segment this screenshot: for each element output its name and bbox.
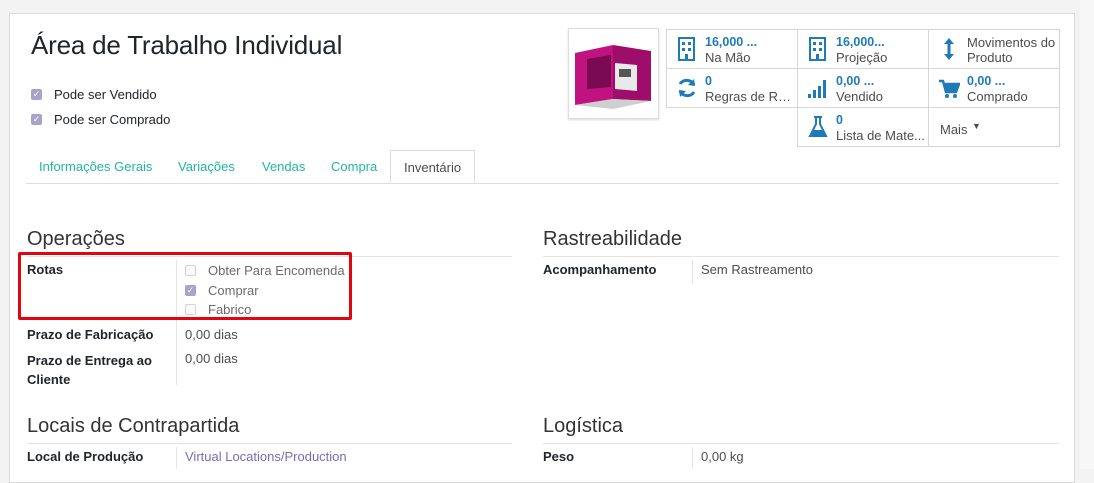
production-location-link[interactable]: Virtual Locations/Production	[185, 449, 347, 464]
forecast-button[interactable]: 16,000... Projeção	[797, 29, 929, 69]
signal-bars-icon	[808, 80, 826, 98]
counterpart-heading: Locais de Contrapartida	[27, 415, 240, 437]
shopping-cart-icon	[939, 79, 960, 98]
tab-variants[interactable]: Variações	[165, 150, 248, 183]
can-be-sold-label: Pode ser Vendido	[54, 87, 157, 102]
checkbox-checked-icon[interactable]	[31, 114, 42, 125]
more-label: Mais	[940, 122, 968, 137]
can-be-purchased-label: Pode ser Comprado	[54, 112, 171, 127]
checkbox-checked-icon[interactable]	[31, 89, 42, 100]
customer-lead-label: Prazo de Entrega ao Cliente	[27, 353, 152, 387]
purchased-value: 0,00 ...	[967, 74, 1006, 88]
product-title[interactable]: Área de Trabalho Individual	[31, 30, 342, 61]
sold-label: Vendido	[836, 89, 883, 104]
building-icon	[809, 37, 826, 61]
product-moves-label: Movimentos do Produto	[967, 35, 1056, 65]
customer-lead-value[interactable]: 0,00 dias	[185, 351, 238, 366]
field-divider	[692, 447, 693, 469]
reordering-rules-button[interactable]: 0 Regras de Re...	[666, 68, 798, 108]
forecast-value: 16,000...	[836, 35, 885, 49]
can-be-sold-checkbox[interactable]: Pode ser Vendido	[31, 87, 157, 102]
bom-label: Lista de Mate...	[836, 128, 925, 143]
arrows-vertical-icon	[944, 38, 954, 60]
tab-purchase[interactable]: Compra	[318, 150, 390, 183]
bom-value: 0	[836, 113, 843, 127]
refresh-icon	[678, 78, 696, 98]
traceability-heading: Rastreabilidade	[543, 228, 682, 250]
building-icon	[678, 37, 695, 61]
on-hand-button[interactable]: 16,000 ... Na Mão	[666, 29, 798, 69]
sold-button[interactable]: 0,00 ... Vendido	[797, 68, 929, 108]
manufacture-lead-label: Prazo de Fabricação	[27, 327, 154, 342]
product-moves-button[interactable]: Movimentos do Produto	[928, 29, 1060, 69]
tracking-label: Acompanhamento	[543, 262, 657, 277]
on-hand-value: 16,000 ...	[705, 35, 758, 49]
flask-icon	[808, 116, 828, 137]
purchased-label: Comprado	[967, 89, 1028, 104]
manufacture-lead-value[interactable]: 0,00 dias	[185, 327, 238, 342]
sold-value: 0,00 ...	[836, 74, 875, 88]
tab-sales[interactable]: Vendas	[249, 150, 318, 183]
notebook-tabs: Informações Gerais Variações Vendas Comp…	[26, 150, 1059, 184]
traceability-separator	[543, 256, 1059, 257]
caret-down-icon: ▼	[972, 121, 981, 131]
tracking-value[interactable]: Sem Rastreamento	[701, 262, 813, 277]
weight-value[interactable]: 0,00 kg	[701, 449, 744, 464]
product-photo	[569, 29, 658, 118]
purchased-button[interactable]: 0,00 ... Comprado	[928, 68, 1060, 108]
production-location-label: Local de Produção	[27, 449, 144, 464]
tab-inventory[interactable]: Inventário	[390, 150, 476, 183]
product-image[interactable]	[568, 28, 659, 119]
field-divider	[176, 447, 177, 469]
page-scrollbar[interactable]	[1080, 0, 1094, 469]
highlight-box	[18, 252, 352, 320]
forecast-label: Projeção	[836, 50, 888, 65]
operations-heading: Operações	[27, 228, 125, 250]
can-be-purchased-checkbox[interactable]: Pode ser Comprado	[31, 112, 170, 127]
more-button[interactable]: Mais ▼	[928, 107, 1060, 147]
logistics-heading: Logística	[543, 415, 624, 437]
reordering-rules-label: Regras de Re...	[705, 89, 793, 104]
tab-general-information[interactable]: Informações Gerais	[26, 150, 165, 183]
field-divider	[692, 260, 693, 284]
weight-label: Peso	[543, 449, 575, 464]
reordering-rules-value: 0	[705, 74, 712, 88]
on-hand-label: Na Mão	[705, 50, 751, 65]
logistics-separator	[543, 443, 1059, 444]
counterpart-separator	[27, 443, 512, 444]
bill-of-materials-button[interactable]: 0 Lista de Mate...	[797, 107, 929, 147]
